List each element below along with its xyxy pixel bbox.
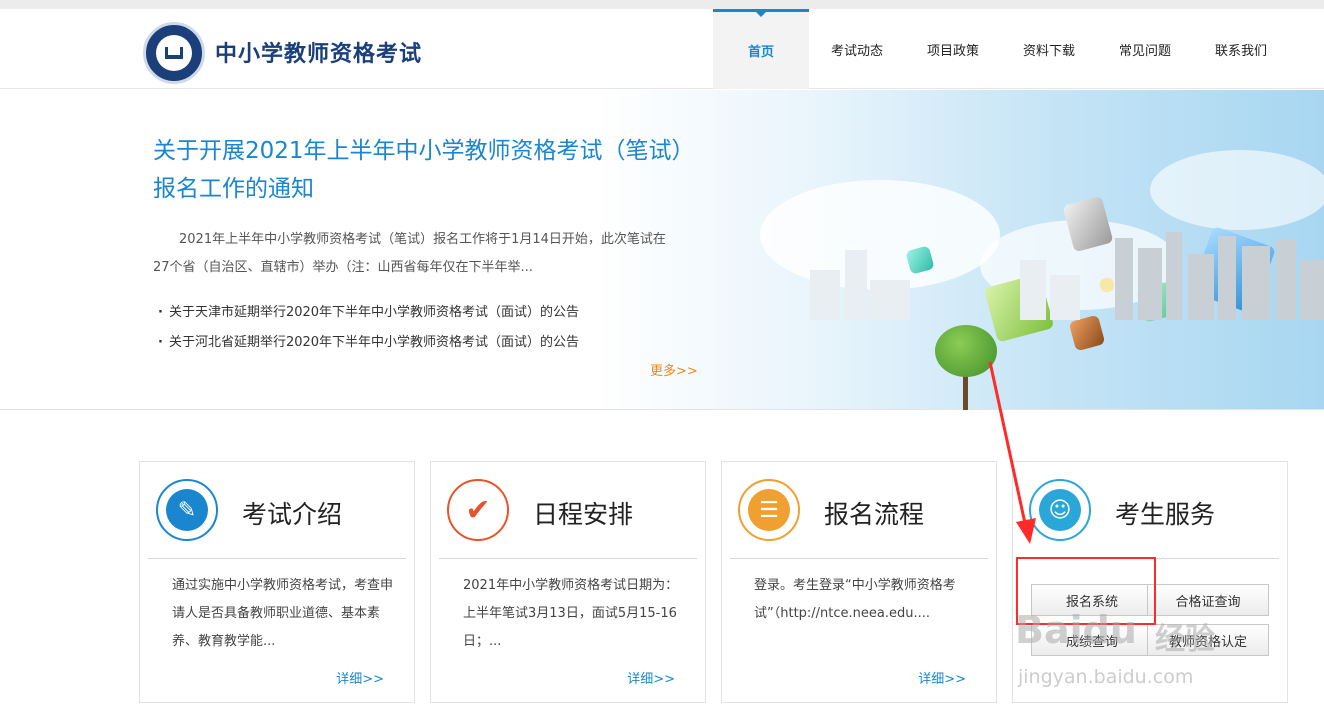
watermark-brand-cn: 经验 (1155, 622, 1215, 657)
watermark-url: jingyan.baidu.com (1018, 666, 1194, 688)
watermark-brand: Baidu (1015, 608, 1137, 652)
annotation-arrow-head (1016, 518, 1036, 544)
annotation-arrow-line (988, 361, 1028, 529)
